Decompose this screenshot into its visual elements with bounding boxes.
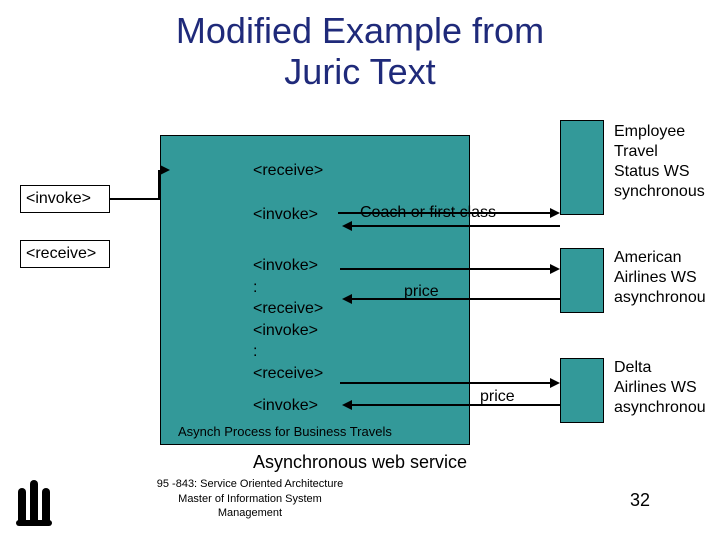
arrow-from-american: [342, 294, 352, 304]
arrow-invoke-employee: [550, 208, 560, 218]
center-invoke-bottom: <invoke>: [253, 395, 318, 417]
delta-ws-label: Delta Airlines WS asynchronou: [614, 358, 706, 418]
slide-stage: Modified Example from Juric Text <invoke…: [0, 0, 720, 540]
center-block: <invoke> : <receive> <invoke> : <receive…: [253, 255, 323, 385]
line-to-delta: [340, 382, 552, 384]
logo-icon: [18, 480, 58, 524]
arrow-employee-back: [342, 221, 352, 231]
coach-label: Coach or first class: [360, 204, 496, 222]
slide-title: Modified Example from Juric Text: [0, 0, 720, 93]
async-ws-title: Asynchronous web service: [0, 452, 720, 473]
course-label: 95 -843: Service Oriented Architecture: [120, 478, 380, 492]
line-to-american: [340, 268, 552, 270]
arrow-left-invoke: [160, 165, 170, 175]
title-line-1: Modified Example from: [176, 10, 544, 51]
center-receive-top: <receive>: [253, 160, 323, 182]
american-ws-label: American Airlines WS asynchronou: [614, 248, 706, 308]
arrow-to-american: [550, 264, 560, 274]
arrow-from-delta: [342, 400, 352, 410]
master-label: Master of Information System Management: [150, 493, 350, 521]
line-from-american: [352, 298, 560, 300]
asynch-caption: Asynch Process for Business Travels: [178, 423, 392, 441]
delta-ws-box: [560, 358, 604, 423]
employee-ws-box: [560, 120, 604, 215]
price2-label: price: [480, 388, 515, 406]
left-receive-label: <receive>: [26, 245, 96, 263]
title-line-2: Juric Text: [284, 51, 435, 92]
price1-label: price: [404, 283, 439, 301]
american-ws-box: [560, 248, 604, 313]
page-number: 32: [630, 490, 650, 511]
employee-ws-label: Employee Travel Status WS synchronous: [614, 122, 705, 202]
arrow-to-delta: [550, 378, 560, 388]
line-employee-back: [352, 225, 560, 227]
line-left-invoke: [110, 198, 160, 200]
line-from-delta: [352, 404, 560, 406]
center-invoke-top: <invoke>: [253, 204, 318, 226]
left-invoke-label: <invoke>: [26, 190, 91, 208]
